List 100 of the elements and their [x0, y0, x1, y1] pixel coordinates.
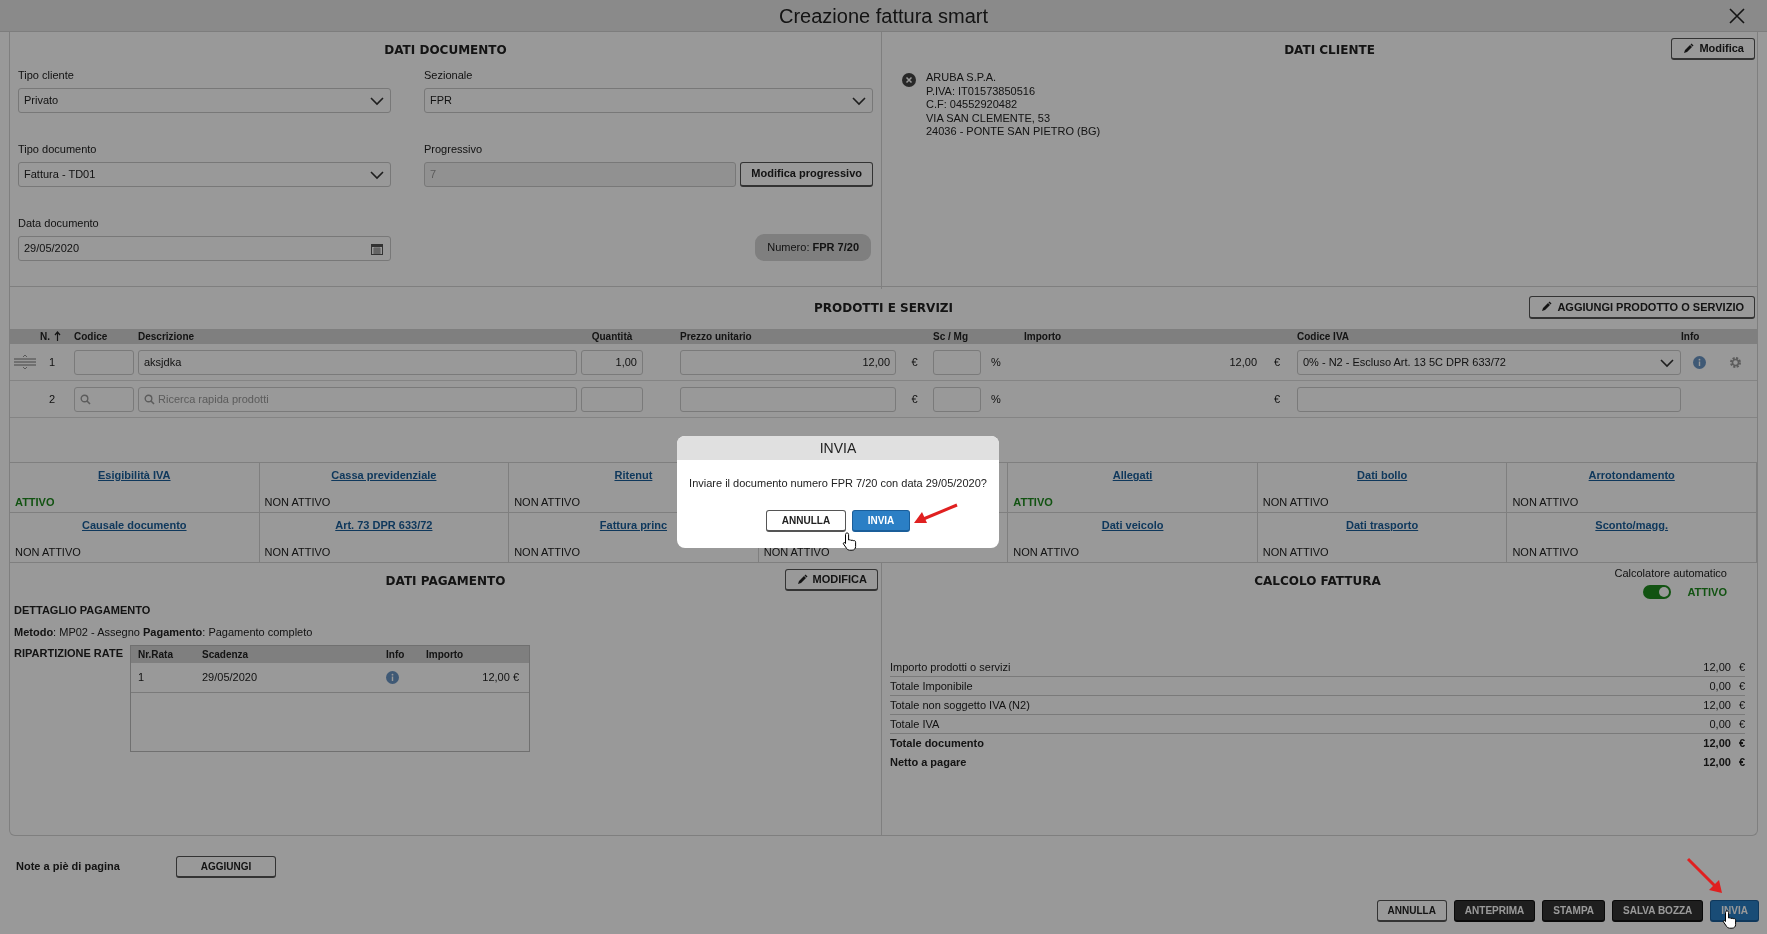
- table-cell-text: 29/05/2020: [202, 670, 259, 686]
- total-label: Totale IVA: [890, 716, 940, 732]
- dialog-button[interactable]: INVIA: [852, 509, 910, 532]
- info-icon[interactable]: [1692, 355, 1706, 369]
- column-header: Info: [386, 648, 406, 662]
- option-link[interactable]: Fattura princ: [599, 519, 668, 531]
- pencil-icon: [795, 573, 808, 586]
- column-header: N.: [40, 330, 50, 344]
- column-header: Sc / Mg: [933, 330, 969, 344]
- total-value: 12,00: [1703, 697, 1731, 713]
- discount-field[interactable]: [933, 349, 981, 375]
- action-button[interactable]: ANNULLA: [1376, 900, 1447, 922]
- annotation-arrow: [1686, 857, 1724, 895]
- option-link[interactable]: Arrotondamento: [1588, 469, 1675, 481]
- description-field[interactable]: aksjdka: [138, 349, 577, 375]
- option-link[interactable]: Dati veicolo: [1101, 519, 1164, 531]
- action-button[interactable]: INVIA: [1710, 900, 1759, 922]
- section-title: PRODOTTI E SERVIZI: [813, 300, 954, 317]
- price-field[interactable]: [680, 386, 896, 412]
- date-field[interactable]: 29/05/2020: [18, 235, 391, 261]
- client-info-line: ARUBA S.P.A.: [926, 71, 997, 83]
- option-link[interactable]: Causale documento: [82, 519, 187, 531]
- currency-label: €: [1738, 716, 1745, 732]
- payment-method-text: Metodo: MP02 - Assegno Pagamento: Pagamento completo: [14, 625, 313, 638]
- total-value: 0,00: [1709, 678, 1731, 694]
- action-button[interactable]: STAMPA: [1542, 900, 1606, 922]
- quantity-field[interactable]: 1,00: [581, 349, 643, 375]
- calendar-icon[interactable]: [370, 242, 384, 255]
- close-icon[interactable]: [1729, 8, 1745, 24]
- action-button[interactable]: SALVA BOZZA: [1612, 900, 1704, 922]
- dropdown[interactable]: FPR: [424, 87, 873, 113]
- quantity-field[interactable]: [581, 386, 643, 412]
- status-text: ATTIVO: [15, 494, 55, 510]
- total-label: Totale Imponibile: [890, 678, 973, 694]
- client-info-line: VIA SAN CLEMENTE, 53: [926, 111, 1051, 124]
- chevron-icon: [370, 168, 384, 181]
- price-field[interactable]: 12,00: [680, 349, 896, 375]
- option-link[interactable]: Allegati: [1112, 469, 1153, 481]
- discount-field[interactable]: [933, 386, 981, 412]
- option-link[interactable]: Dati trasporto: [1346, 519, 1419, 531]
- option-link[interactable]: Art. 73 DPR 633/72: [335, 519, 433, 531]
- client-info-line: 24036 - PONTE SAN PIETRO (BG): [926, 125, 1101, 137]
- toggle-label: Calcolatore automatico: [1614, 566, 1727, 581]
- column-header: Info: [1681, 330, 1701, 344]
- total-label: Netto a pagare: [890, 755, 967, 771]
- section-title: DATI DOCUMENTO: [384, 43, 507, 57]
- chevron-icon: [852, 94, 866, 107]
- column-header: Quantità: [591, 330, 633, 344]
- toggle-switch[interactable]: [1643, 584, 1672, 599]
- option-link[interactable]: Dati bollo: [1357, 469, 1408, 481]
- currency-label: €: [1738, 736, 1745, 752]
- currency-label: €: [911, 354, 918, 370]
- subsection-title: DETTAGLIO PAGAMENTO: [14, 604, 151, 616]
- status-text: ATTIVO: [1013, 494, 1053, 510]
- info-icon[interactable]: [386, 671, 399, 684]
- code-field[interactable]: [74, 386, 134, 412]
- sort-arrow-icon[interactable]: [54, 331, 61, 342]
- drag-handle-icon[interactable]: [14, 355, 36, 369]
- option-link[interactable]: Ritenut: [614, 469, 653, 481]
- currency-label: €: [1738, 659, 1745, 675]
- total-value: 12,00: [1703, 755, 1731, 771]
- edit-progressive-button[interactable]: Modifica progressivo: [740, 161, 873, 187]
- add-button[interactable]: AGGIUNGI: [176, 856, 276, 878]
- table-cell-text: 12,00 €: [482, 670, 519, 686]
- dialog-button[interactable]: ANNULLA: [766, 509, 846, 532]
- field-label: Sezionale: [424, 68, 473, 83]
- option-link[interactable]: Sconto/magg.: [1595, 519, 1669, 531]
- settings-icon[interactable]: [1728, 355, 1742, 369]
- field-label: Tipo cliente: [18, 68, 74, 83]
- pencil-icon: [1682, 42, 1695, 55]
- dropdown[interactable]: Privato: [18, 87, 391, 113]
- column-header: Importo: [1024, 330, 1063, 344]
- option-link[interactable]: Cassa previdenziale: [331, 469, 437, 481]
- edit-payment-button[interactable]: MODIFICA: [784, 569, 878, 591]
- table-cell-text: 1: [138, 670, 146, 686]
- option-link[interactable]: Esigibilità IVA: [98, 469, 171, 481]
- code-field[interactable]: [74, 349, 134, 375]
- currency-label: €: [1273, 354, 1281, 370]
- currency-label: €: [1738, 755, 1745, 771]
- status-text: NON ATTIVO: [1262, 544, 1329, 560]
- status-text: NON ATTIVO: [1512, 544, 1579, 560]
- column-header: Codice IVA: [1297, 330, 1351, 344]
- dropdown[interactable]: Fattura - TD01: [18, 161, 391, 187]
- status-text: NON ATTIVO: [514, 494, 580, 510]
- vat-code-dropdown[interactable]: 0% - N2 - Escluso Art. 13 5C DPR 633/72: [1297, 349, 1681, 375]
- vat-code-field[interactable]: [1297, 386, 1681, 412]
- remove-icon[interactable]: [902, 73, 916, 87]
- notes-label: Note a piè di pagina: [16, 859, 121, 874]
- add-product-button[interactable]: AGGIUNGI PRODOTTO O SERVIZIO: [1529, 296, 1755, 319]
- percent-label: %: [990, 354, 1002, 370]
- status-text: NON ATTIVO: [514, 544, 580, 560]
- status-text: NON ATTIVO: [15, 544, 81, 560]
- field-label: Tipo documento: [18, 142, 97, 157]
- total-label: Importo prodotti o servizi: [890, 659, 1011, 675]
- search-icon: [80, 393, 91, 405]
- dialog-title: INVIA: [819, 438, 857, 458]
- edit-button[interactable]: Modifica: [1671, 38, 1755, 60]
- column-header: Importo: [426, 648, 465, 662]
- annotation-arrow: [913, 503, 959, 525]
- action-button[interactable]: ANTEPRIMA: [1453, 900, 1536, 922]
